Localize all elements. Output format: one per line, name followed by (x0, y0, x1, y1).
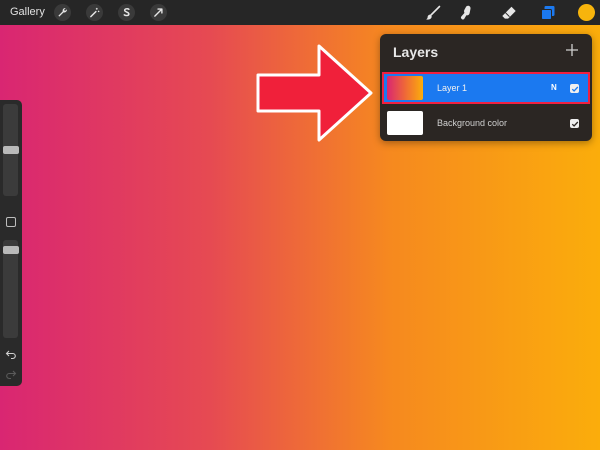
red-arrow-annotation (256, 44, 373, 142)
blend-mode-button[interactable]: N (551, 73, 557, 103)
gallery-button[interactable]: Gallery (10, 0, 45, 25)
top-toolbar: Gallery (0, 0, 600, 25)
background-thumbnail[interactable] (387, 111, 423, 135)
layers-panel: Layers Layer 1 N Background color (380, 34, 592, 141)
layer-name: Background color (437, 118, 508, 128)
brush-icon[interactable] (423, 3, 443, 23)
layers-panel-title: Layers (393, 44, 439, 60)
layer-row-layer-1[interactable]: Layer 1 N (382, 72, 590, 104)
selection-s-icon[interactable] (118, 4, 135, 21)
layer-name: Layer 1 (437, 83, 468, 93)
smudge-icon[interactable] (457, 3, 477, 23)
plus-icon[interactable] (565, 43, 579, 57)
layers-icon[interactable] (538, 3, 558, 23)
brush-size-handle[interactable] (3, 146, 19, 154)
visibility-checkbox[interactable] (570, 119, 579, 128)
magic-wand-icon[interactable] (86, 4, 103, 21)
layer-row-background-color[interactable]: Background color (383, 108, 589, 138)
visibility-checkbox[interactable] (570, 84, 579, 93)
checkmark-icon (571, 86, 578, 92)
undo-icon[interactable] (5, 348, 17, 360)
layer-thumbnail[interactable] (387, 76, 423, 100)
left-sidebar (0, 100, 22, 386)
opacity-handle[interactable] (3, 246, 19, 254)
wrench-icon[interactable] (54, 4, 71, 21)
opacity-slider[interactable] (3, 240, 18, 338)
color-picker-swatch[interactable] (578, 4, 595, 21)
eraser-icon[interactable] (499, 3, 519, 23)
modify-button[interactable] (6, 217, 16, 227)
redo-icon[interactable] (5, 368, 17, 380)
transform-arrow-icon[interactable] (150, 4, 167, 21)
checkmark-icon (571, 121, 578, 127)
